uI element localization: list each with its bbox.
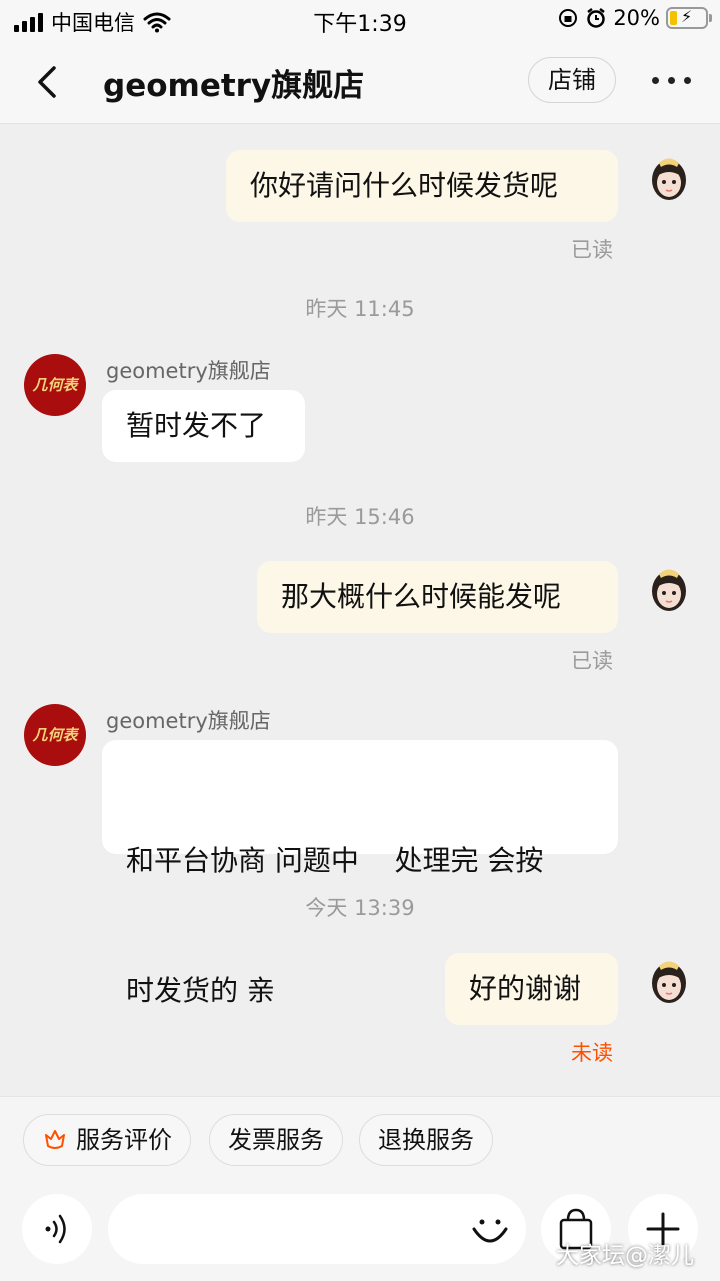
user-avatar[interactable] — [646, 561, 692, 617]
message-input[interactable] — [108, 1194, 526, 1264]
battery-percent: 20% — [613, 6, 660, 30]
sender-name: geometry旗舰店 — [106, 359, 271, 383]
orientation-lock-icon — [559, 9, 578, 27]
alarm-icon — [587, 8, 606, 28]
user-avatar[interactable] — [646, 150, 692, 206]
service-rating-chip[interactable]: 服务评价 — [23, 1114, 191, 1166]
message-line: 和平台协商 问题中 处理完 会按 — [126, 844, 544, 877]
timestamp: 昨天 15:46 — [305, 505, 415, 529]
unread-status: 未读 — [571, 1041, 613, 1065]
chat-title: geometry旗舰店 — [103, 68, 365, 104]
timestamp: 今天 13:39 — [305, 896, 415, 920]
message-bubble-outgoing[interactable]: 好的谢谢 — [445, 953, 618, 1025]
return-service-chip[interactable]: 退换服务 — [359, 1114, 493, 1166]
nav-bar: geometry旗舰店 店铺 — [0, 40, 720, 124]
sender-name: geometry旗舰店 — [106, 709, 271, 733]
back-arrow-icon[interactable] — [30, 62, 66, 102]
message-bubble-outgoing[interactable]: 那大概什么时候能发呢 — [257, 561, 618, 633]
shop-avatar[interactable]: 几何表 — [24, 704, 86, 766]
watermark: 大家坛@潔儿 — [556, 1243, 694, 1269]
status-bar: 中国电信 下午1:39 20% ⚡ — [0, 0, 720, 40]
shop-button[interactable]: 店铺 — [528, 57, 616, 103]
message-bubble-incoming[interactable]: 暂时发不了 — [102, 390, 305, 462]
chip-label: 发票服务 — [228, 1126, 324, 1154]
emoji-icon[interactable] — [468, 1207, 512, 1251]
more-options-icon[interactable] — [652, 68, 696, 92]
read-status: 已读 — [571, 238, 613, 262]
read-status: 已读 — [571, 649, 613, 673]
voice-button[interactable] — [22, 1194, 92, 1264]
shop-avatar[interactable]: 几何表 — [24, 354, 86, 416]
message-bubble-incoming[interactable]: 和平台协商 问题中 处理完 会按 时发货的 亲 — [102, 740, 618, 1007]
chip-label: 服务评价 — [76, 1126, 172, 1154]
timestamp: 昨天 11:45 — [305, 297, 415, 321]
battery-icon: ⚡ — [666, 7, 712, 29]
chip-label: 退换服务 — [378, 1126, 474, 1154]
flower-icon — [45, 1130, 65, 1149]
voice-icon — [45, 1214, 66, 1244]
user-avatar[interactable] — [646, 953, 692, 1009]
invoice-service-chip[interactable]: 发票服务 — [209, 1114, 343, 1166]
message-bubble-outgoing[interactable]: 你好请问什么时候发货呢 — [226, 150, 618, 222]
